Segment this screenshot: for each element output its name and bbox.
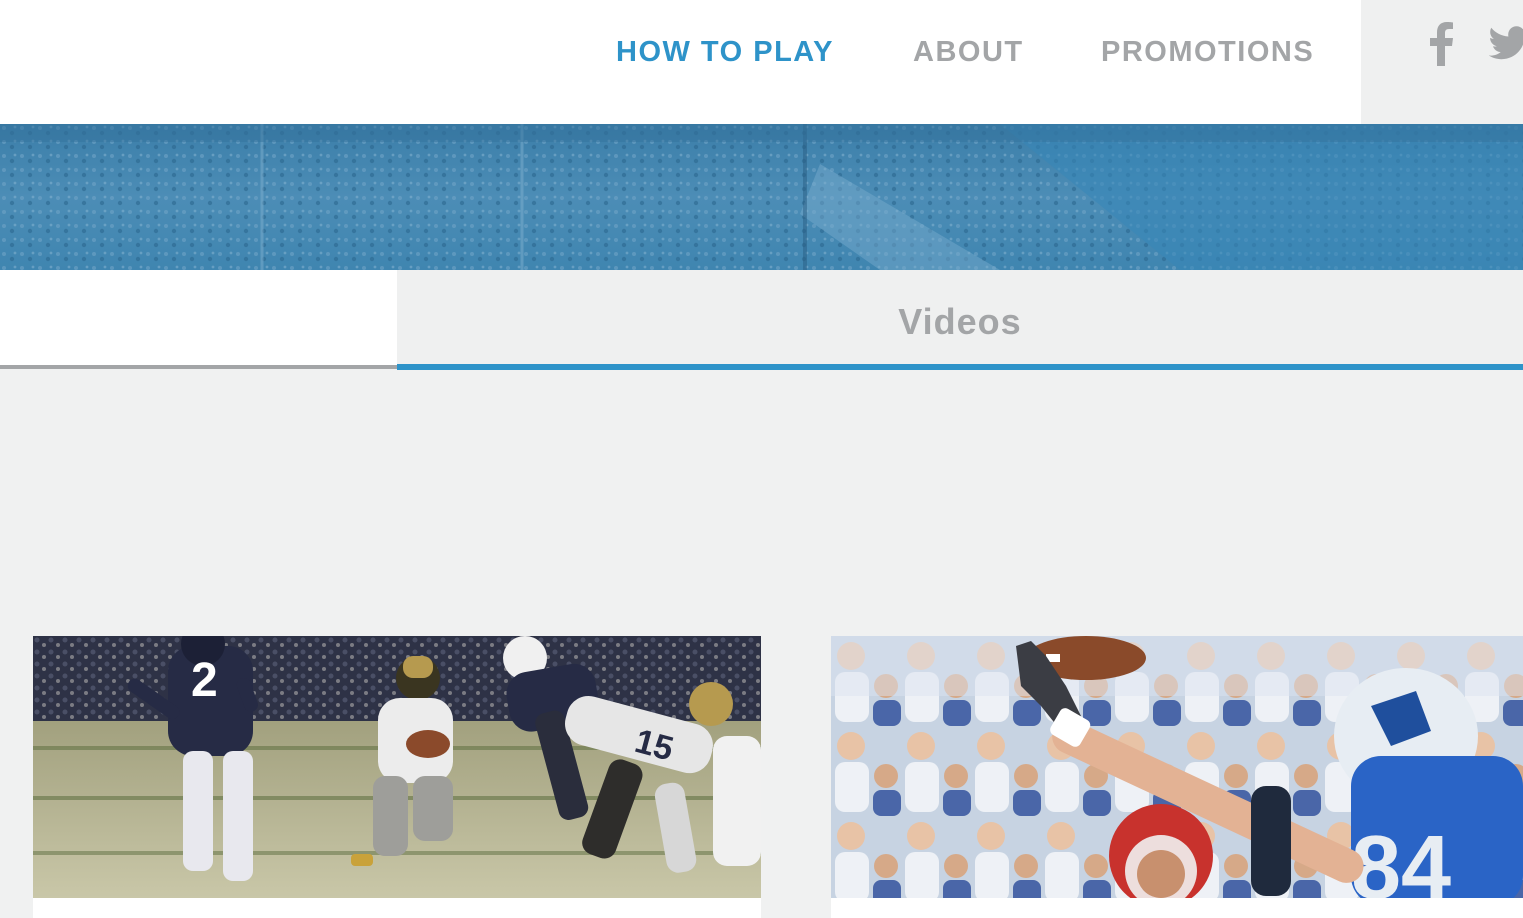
tab-inactive[interactable]	[0, 270, 397, 369]
tab-videos-label: Videos	[898, 301, 1022, 342]
svg-text:2: 2	[191, 654, 218, 707]
site-header: HOW TO PLAY ABOUT PROMOTIONS	[0, 0, 1523, 124]
nav-link-about[interactable]: ABOUT	[913, 36, 1024, 69]
facebook-icon[interactable]	[1428, 22, 1454, 71]
section-tabs: Videos	[0, 270, 1523, 370]
video-thumbnail-image: 84	[831, 636, 1523, 898]
nav-link-promotions[interactable]: PROMOTIONS	[1101, 36, 1314, 69]
video-card[interactable]: 84	[831, 636, 1523, 918]
video-thumbnail-image: 2 15	[33, 636, 761, 898]
svg-text:84: 84	[1351, 818, 1451, 898]
nav-link-how-to-play[interactable]: HOW TO PLAY	[616, 36, 834, 69]
twitter-icon[interactable]	[1488, 26, 1523, 67]
tab-videos[interactable]: Videos	[397, 270, 1523, 370]
hero-banner-image	[0, 124, 1523, 270]
video-card[interactable]: 2 15	[33, 636, 761, 918]
